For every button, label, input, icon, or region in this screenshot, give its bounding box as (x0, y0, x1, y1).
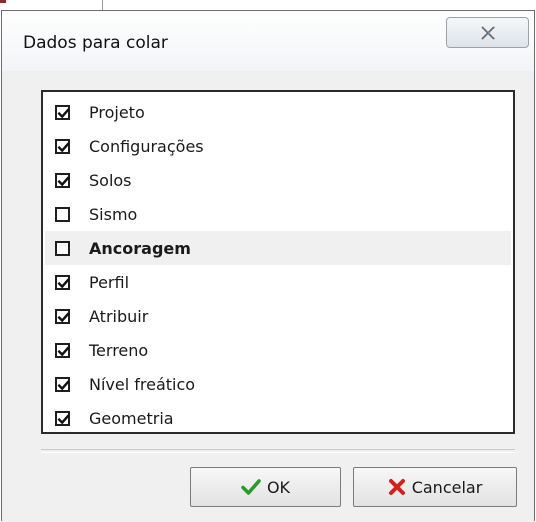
checkmark-icon (57, 312, 70, 323)
paste-data-dialog: Dados para colar Projeto Configurações Sol… (1, 10, 535, 522)
checkmark-icon (57, 346, 70, 357)
list-item-label: Sismo (89, 205, 138, 224)
checkbox-checked[interactable] (55, 377, 70, 392)
list-item[interactable]: Ancoragem (45, 231, 511, 265)
checkmark-icon (57, 380, 70, 391)
list-item-label: Perfil (89, 273, 130, 292)
background-divider (102, 0, 103, 10)
checkmark-icon (57, 278, 70, 289)
checkbox-checked[interactable] (55, 275, 70, 290)
list-item-label: Nível freático (89, 375, 196, 394)
checkbox-checked[interactable] (55, 309, 70, 324)
ok-button[interactable]: OK (190, 467, 341, 507)
list-item-label: Atribuir (89, 307, 149, 326)
checkbox-checked[interactable] (55, 343, 70, 358)
list-item[interactable]: Sismo (45, 197, 511, 231)
paste-items-list[interactable]: Projeto Configurações Solos Sismo Ancoragem P… (41, 90, 515, 434)
list-item-label: Terreno (89, 341, 149, 360)
dialog-titlebar[interactable]: Dados para colar (2, 11, 534, 71)
checkbox-checked[interactable] (55, 173, 70, 188)
list-item[interactable]: Terreno (45, 333, 511, 367)
dialog-body: Projeto Configurações Solos Sismo Ancoragem P… (2, 71, 534, 522)
cancel-button-label: Cancelar (411, 477, 483, 497)
list-item-label: Projeto (89, 103, 145, 122)
checkbox-checked[interactable] (55, 139, 70, 154)
list-item-label: Solos (89, 171, 132, 190)
ok-button-label: OK (266, 477, 291, 497)
red-x-icon (388, 479, 405, 495)
checkmark-icon (57, 414, 70, 425)
list-item[interactable]: Nível freático (45, 367, 511, 401)
close-button[interactable] (446, 17, 529, 48)
dialog-title: Dados para colar (23, 33, 168, 53)
list-item[interactable]: Solos (45, 163, 511, 197)
list-item[interactable]: Projeto (45, 95, 511, 129)
background-decoration (0, 0, 6, 3)
checkbox-checked[interactable] (55, 411, 70, 426)
list-item-label: Geometria (89, 409, 174, 428)
list-item[interactable]: Configurações (45, 129, 511, 163)
separator (41, 449, 515, 453)
cancel-button[interactable]: Cancelar (353, 467, 517, 507)
checkmark-icon (57, 142, 70, 153)
close-icon (481, 26, 496, 40)
checkmark-icon (57, 108, 70, 119)
green-check-icon (241, 479, 261, 495)
checkbox-unchecked[interactable] (55, 207, 70, 222)
list-item[interactable]: Perfil (45, 265, 511, 299)
list-item[interactable]: Geometria (45, 401, 511, 435)
checkbox-unchecked[interactable] (55, 241, 70, 256)
list-item[interactable]: Atribuir (45, 299, 511, 333)
checkmark-icon (57, 176, 70, 187)
list-item-label: Configurações (89, 137, 204, 156)
list-item-label: Ancoragem (89, 239, 191, 258)
checkbox-checked[interactable] (55, 105, 70, 120)
